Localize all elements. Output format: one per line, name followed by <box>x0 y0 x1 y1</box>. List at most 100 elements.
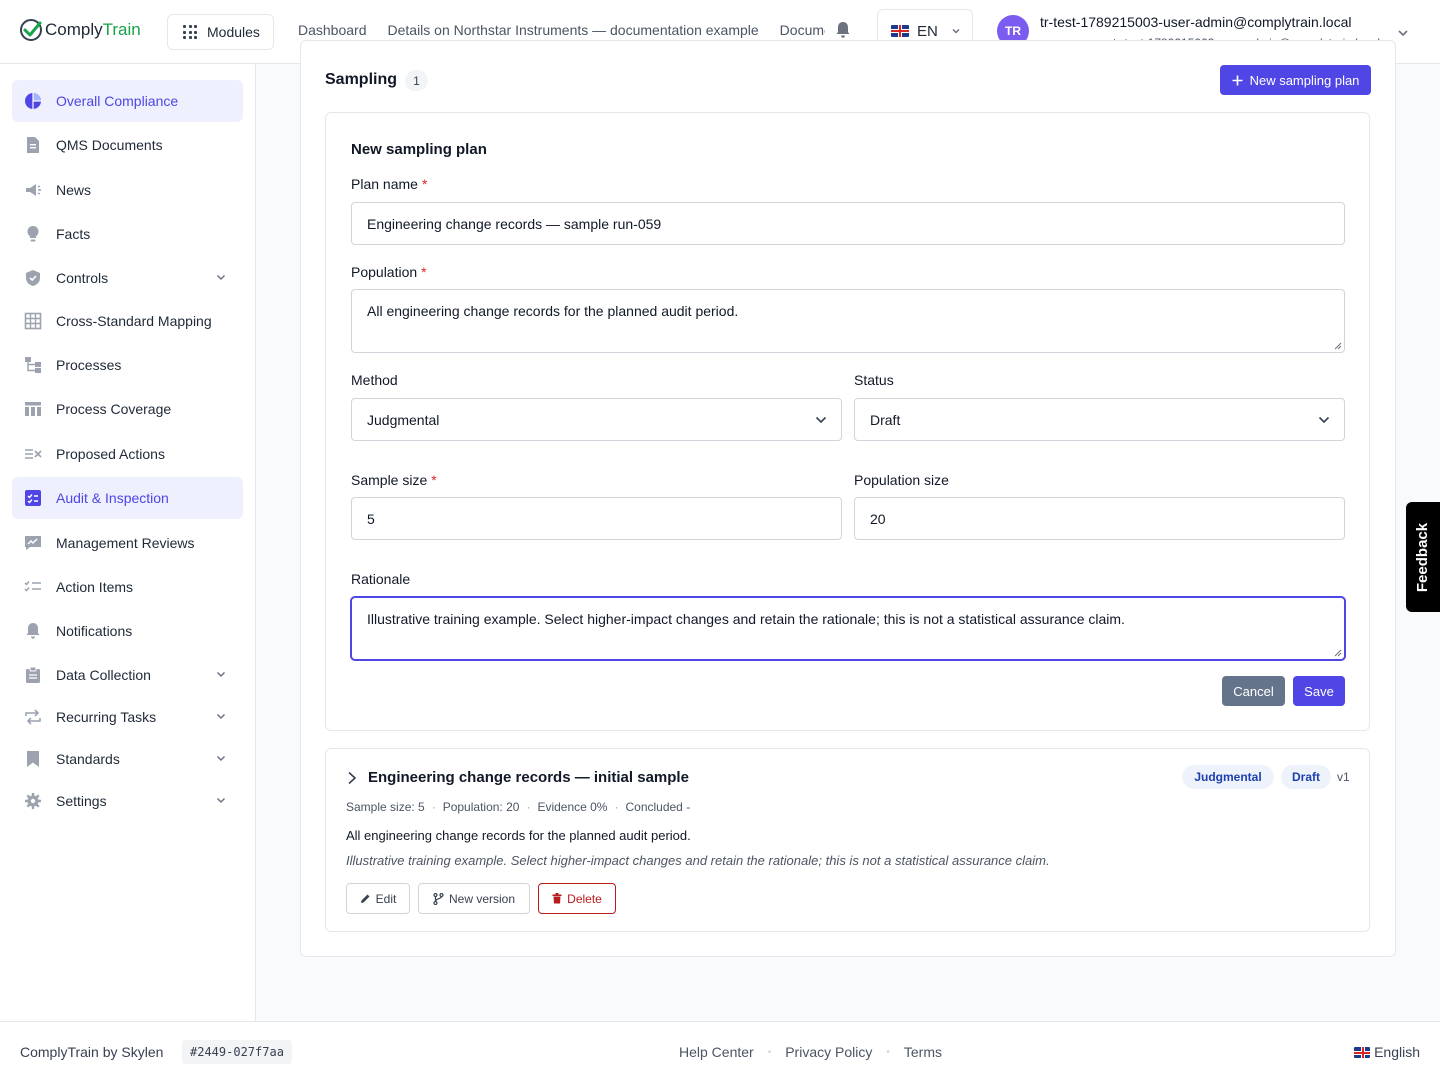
population-size-value: 20 <box>870 510 886 527</box>
sidebar-item-settings[interactable]: Settings <box>12 780 243 822</box>
sidebar-item-processes[interactable]: Processes <box>12 344 243 386</box>
footer: ComplyTrain by Skylen #2449-027f7aa Help… <box>0 1021 1440 1080</box>
chevron-down-icon <box>1318 416 1330 424</box>
cancel-button[interactable]: Cancel <box>1222 676 1285 706</box>
nav-documents[interactable]: Documents <box>780 22 825 38</box>
status-value: Draft <box>870 411 901 428</box>
privacy-policy-link[interactable]: Privacy Policy <box>785 1044 872 1060</box>
resize-handle-icon[interactable] <box>1334 649 1342 657</box>
version-label: v1 <box>1337 770 1350 784</box>
chart-edit-icon <box>24 534 42 552</box>
sidebar-item-notifications[interactable]: Notifications <box>12 610 243 652</box>
sidebar-item-overall-compliance[interactable]: Overall Compliance <box>12 80 243 122</box>
feedback-label: Feedback <box>1414 522 1432 592</box>
delete-button[interactable]: Delete <box>538 883 616 914</box>
sidebar-item-label: Audit & Inspection <box>56 490 169 506</box>
rationale-label: Rationale <box>351 571 411 587</box>
method-select[interactable]: Judgmental <box>351 398 842 441</box>
chevron-down-icon <box>216 671 226 678</box>
user-menu-chevron-icon[interactable] <box>1396 26 1410 40</box>
footer-language-label: English <box>1374 1044 1420 1060</box>
sidebar-item-cross-standard-mapping[interactable]: Cross-Standard Mapping <box>12 300 243 342</box>
plan-title[interactable]: Engineering change records — initial sam… <box>368 769 689 786</box>
top-nav: Dashboard Details on Northstar Instrumen… <box>298 22 825 38</box>
footer-language[interactable]: English <box>1354 1044 1420 1060</box>
chevron-down-icon <box>216 797 226 804</box>
sidebar-item-label: Process Coverage <box>56 401 172 417</box>
sidebar-item-management-reviews[interactable]: Management Reviews <box>12 522 243 564</box>
sidebar-item-standards[interactable]: Standards <box>12 738 243 780</box>
trash-icon <box>552 893 562 904</box>
sidebar-item-label: Management Reviews <box>56 535 195 551</box>
plan-name-label: Plan name * <box>351 176 428 192</box>
table-grid-icon <box>24 312 42 330</box>
population-size-input[interactable]: 20 <box>854 497 1345 540</box>
sidebar-item-label: Recurring Tasks <box>56 709 157 725</box>
list-x-icon <box>24 445 42 463</box>
status-select[interactable]: Draft <box>854 398 1345 441</box>
meta-sample-size: Sample size: 5 <box>346 800 425 814</box>
rationale-value: Illustrative training example. Select hi… <box>367 611 1125 627</box>
method-label: Method <box>351 372 398 388</box>
population-textarea[interactable]: All engineering change records for the p… <box>351 289 1345 353</box>
footer-links: Help Center • Privacy Policy • Terms <box>679 1044 942 1060</box>
edit-label: Edit <box>375 891 397 906</box>
footer-brand: ComplyTrain by Skylen <box>20 1044 164 1060</box>
pencil-icon <box>360 894 370 903</box>
resize-handle-icon[interactable] <box>1334 342 1342 350</box>
app-logo[interactable]: Comply Train <box>19 18 141 42</box>
footer-separator: • <box>767 1046 772 1058</box>
plan-meta: Sample size: 5 · Population: 20 · Eviden… <box>346 800 690 814</box>
save-button[interactable]: Save <box>1293 676 1345 706</box>
modules-button[interactable]: Modules <box>167 14 274 50</box>
method-tag: Judgmental <box>1182 765 1274 789</box>
sidebar-item-audit-inspection[interactable]: Audit & Inspection <box>12 477 243 519</box>
bell-icon <box>24 622 42 640</box>
status-tag: Draft <box>1281 765 1331 789</box>
nav-dashboard[interactable]: Dashboard <box>298 22 367 38</box>
sidebar-item-news[interactable]: News <box>12 169 243 211</box>
document-icon <box>24 136 42 154</box>
bell-icon[interactable] <box>835 21 851 39</box>
meta-concluded: Concluded - <box>625 800 691 814</box>
uk-flag-icon <box>891 25 909 37</box>
sidebar-item-action-items[interactable]: Action Items <box>12 566 243 608</box>
chevron-right-icon[interactable] <box>346 771 358 785</box>
rationale-textarea[interactable]: Illustrative training example. Select hi… <box>351 597 1345 660</box>
new-version-button[interactable]: New version <box>418 883 530 914</box>
meta-separator: · <box>614 800 619 814</box>
population-label: Population * <box>351 264 427 280</box>
sampling-count-badge: 1 <box>405 70 428 91</box>
new-sampling-plan-label: New sampling plan <box>1249 72 1360 88</box>
sidebar-item-label: Standards <box>56 751 120 767</box>
megaphone-icon <box>24 181 42 199</box>
sidebar-item-process-coverage[interactable]: Process Coverage <box>12 388 243 430</box>
sidebar-item-recurring-tasks[interactable]: Recurring Tasks <box>12 696 243 738</box>
plus-icon <box>1232 75 1243 85</box>
terms-link[interactable]: Terms <box>904 1044 942 1060</box>
feedback-tab[interactable]: Feedback <box>1406 502 1440 612</box>
clipboard-icon <box>24 666 42 684</box>
sidebar-item-proposed-actions[interactable]: Proposed Actions <box>12 433 243 475</box>
new-sampling-plan-button[interactable]: New sampling plan <box>1220 65 1371 95</box>
sidebar-item-data-collection[interactable]: Data Collection <box>12 654 243 696</box>
pie-chart-icon <box>24 92 42 110</box>
uk-flag-icon <box>1354 1046 1371 1058</box>
sidebar-item-qms-documents[interactable]: QMS Documents <box>12 124 243 166</box>
nav-details[interactable]: Details on Northstar Instruments — docum… <box>388 22 759 38</box>
flow-icon <box>24 356 42 374</box>
sample-size-input[interactable]: 5 <box>351 497 842 540</box>
required-mark: * <box>421 264 427 280</box>
plan-name-input[interactable]: Engineering change records — sample run-… <box>351 202 1345 245</box>
sidebar-item-facts[interactable]: Facts <box>12 213 243 255</box>
sidebar-item-label: Processes <box>56 357 122 373</box>
sidebar-item-label: Settings <box>56 793 107 809</box>
meta-separator: · <box>431 800 436 814</box>
edit-button[interactable]: Edit <box>346 883 410 914</box>
logo-text-train: Train <box>102 20 141 39</box>
sidebar-item-label: Proposed Actions <box>56 446 165 462</box>
sidebar-item-controls[interactable]: Controls <box>12 257 243 299</box>
sidebar-item-label: Facts <box>56 226 91 242</box>
grid-icon <box>183 25 197 39</box>
help-center-link[interactable]: Help Center <box>679 1044 754 1060</box>
